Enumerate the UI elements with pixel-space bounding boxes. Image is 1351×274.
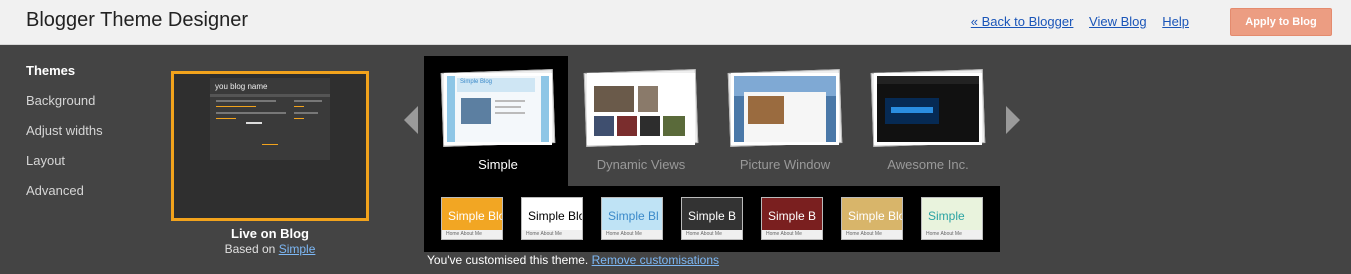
sidebar-item-background[interactable]: Background (26, 93, 103, 123)
carousel-next-arrow-icon[interactable] (1006, 106, 1020, 134)
thumb-photo (617, 116, 637, 136)
variant-nav-bar: Home About Me (602, 230, 662, 239)
preview-sidebar-line (294, 118, 304, 119)
based-on-text: Based on Simple (171, 242, 369, 256)
theme-awesome-inc[interactable]: Awesome Inc. (870, 69, 986, 172)
variant-7[interactable]: Simple Home About Me (921, 197, 983, 240)
preview-sidebar-line (294, 106, 304, 107)
sidebar-item-advanced[interactable]: Advanced (26, 183, 103, 213)
theme-dynamic-views[interactable]: Dynamic Views (583, 69, 699, 172)
variant-1[interactable]: Simple Blog Home About Me (441, 197, 503, 240)
thumb-header (877, 76, 979, 84)
theme-simple[interactable]: Simple Blog Simple (440, 69, 556, 172)
header-links: « Back to Blogger View Blog Help (959, 14, 1189, 29)
variant-nav-bar: Home About Me (442, 230, 502, 239)
customised-text: You've customised this theme. (427, 253, 589, 267)
variant-title: Simple Blo (528, 209, 582, 223)
thumb-text (495, 106, 521, 108)
thumb-title: Simple Blog (460, 79, 493, 85)
thumb-photo (891, 107, 933, 113)
top-bar: Blogger Theme Designer « Back to Blogger… (0, 0, 1351, 45)
preview-footer-line (262, 144, 278, 145)
view-blog-link[interactable]: View Blog (1089, 14, 1147, 29)
live-caption: Live on Blog Based on Simple (171, 226, 369, 256)
preview-text-line (216, 100, 276, 102)
live-theme-preview[interactable]: you blog name (171, 71, 369, 221)
sidebar-nav: Themes Background Adjust widths Layout A… (26, 63, 103, 213)
live-preview-blog-name: you blog name (215, 82, 268, 91)
variant-title: Simple Blo (848, 209, 902, 223)
variant-nav-bar: Home About Me (522, 230, 582, 239)
variant-4[interactable]: Simple B Home About Me (681, 197, 743, 240)
theme-picture-window-label: Picture Window (739, 157, 831, 172)
thumb-photo (594, 116, 614, 136)
thumb-photo (638, 86, 658, 112)
theme-dynamic-views-thumbnail (587, 73, 695, 145)
apply-to-blog-button[interactable]: Apply to Blog (1230, 8, 1332, 36)
theme-simple-label: Simple (478, 157, 518, 172)
variant-3[interactable]: Simple Bl Home About Me (601, 197, 663, 240)
sidebar-item-themes[interactable]: Themes (26, 63, 103, 93)
theme-awesome-inc-thumbnail (874, 73, 982, 145)
live-on-blog-title: Live on Blog (231, 226, 309, 241)
variant-title: Simple (928, 209, 965, 223)
preview-text-line (246, 122, 262, 124)
preview-link-line (216, 118, 236, 119)
variant-title: Simple Bl (608, 209, 659, 223)
preview-text-line (216, 112, 286, 114)
thumb-text (495, 100, 525, 102)
variant-nav-bar: Home About Me (762, 230, 822, 239)
preview-sidebar-line (294, 100, 322, 102)
variant-title: Simple B (688, 209, 737, 223)
variant-2[interactable]: Simple Blo Home About Me (521, 197, 583, 240)
preview-link-line (216, 106, 256, 107)
theme-dynamic-views-label: Dynamic Views (596, 157, 686, 172)
thumb-photo (748, 96, 784, 124)
thumb-side (447, 76, 455, 142)
based-on-label: Based on (224, 242, 276, 256)
help-link[interactable]: Help (1162, 14, 1189, 29)
variant-5[interactable]: Simple B Home About Me (761, 197, 823, 240)
thumb-side (541, 76, 549, 142)
theme-awesome-inc-label: Awesome Inc. (887, 157, 969, 172)
designer-main: Themes Background Adjust widths Layout A… (0, 45, 1351, 274)
customised-note: You've customised this theme. Remove cus… (427, 253, 719, 267)
variant-title: Simple Blog (448, 209, 502, 223)
live-preview-page: you blog name (210, 78, 330, 160)
thumb-photo (594, 86, 634, 112)
carousel-prev-arrow-icon[interactable] (404, 106, 418, 134)
variant-nav-bar: Home About Me (922, 230, 982, 239)
preview-divider (210, 94, 330, 97)
thumb-text (495, 112, 525, 114)
theme-picture-window[interactable]: Picture Window (727, 69, 843, 172)
sidebar-item-adjust-widths[interactable]: Adjust widths (26, 123, 103, 153)
thumb-photo (461, 98, 491, 124)
sidebar-item-layout[interactable]: Layout (26, 153, 103, 183)
based-on-simple-link[interactable]: Simple (279, 242, 316, 256)
variant-nav-bar: Home About Me (682, 230, 742, 239)
theme-simple-thumbnail: Simple Blog (444, 73, 552, 145)
app-title: Blogger Theme Designer (26, 9, 248, 31)
theme-picture-window-thumbnail (731, 73, 839, 145)
back-to-blogger-link[interactable]: « Back to Blogger (971, 14, 1074, 29)
preview-sidebar-line (294, 112, 318, 114)
variant-title: Simple B (768, 209, 817, 223)
thumb-photo (663, 116, 685, 136)
thumb-photo (640, 116, 660, 136)
remove-customisations-link[interactable]: Remove customisations (592, 253, 719, 267)
variant-6[interactable]: Simple Blo Home About Me (841, 197, 903, 240)
variant-nav-bar: Home About Me (842, 230, 902, 239)
